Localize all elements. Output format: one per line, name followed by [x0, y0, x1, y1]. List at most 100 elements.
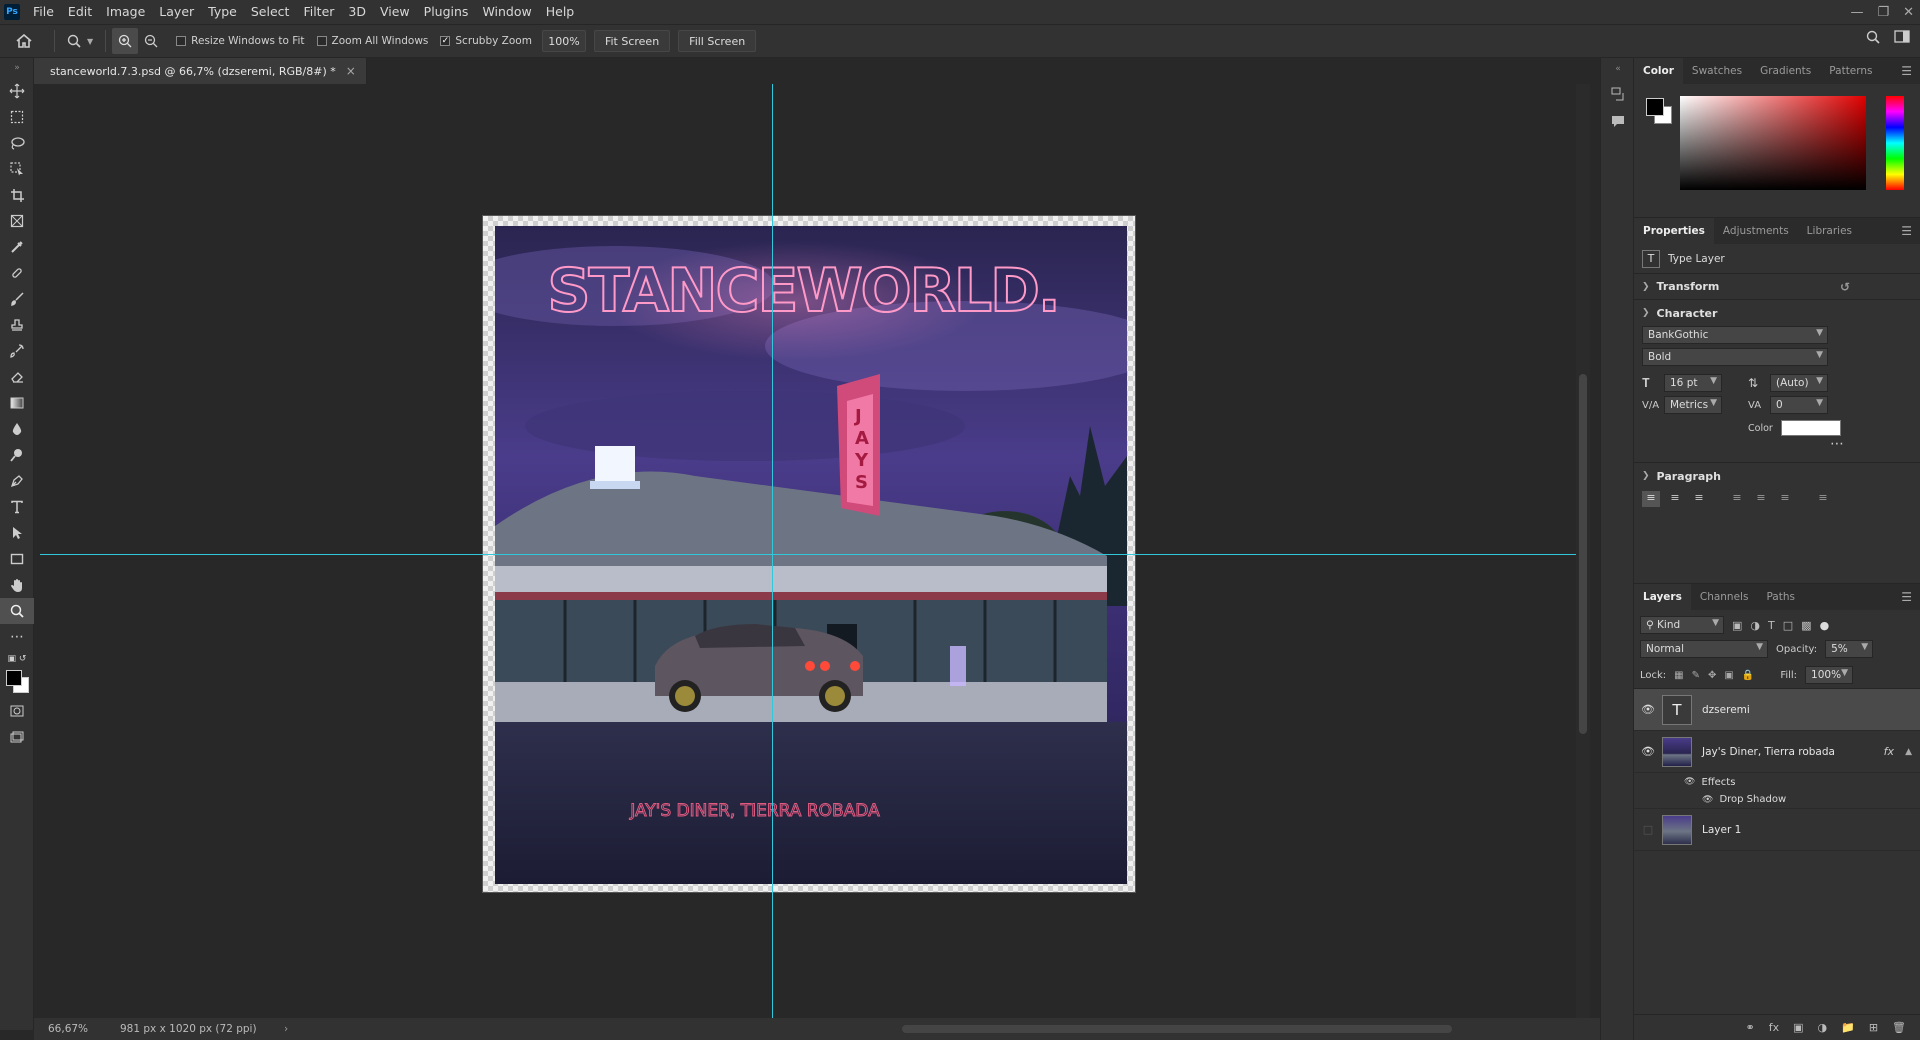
delete-layer-icon[interactable]: 🗑 [1892, 1021, 1906, 1034]
visibility-eye-icon[interactable]: 👁 [1702, 795, 1713, 805]
type-tool-icon[interactable] [0, 494, 34, 520]
clone-stamp-tool-icon[interactable] [0, 312, 34, 338]
layer-name[interactable]: Layer 1 [1702, 824, 1741, 836]
collapse-chevrons-icon[interactable]: « [1601, 58, 1635, 80]
paragraph-section[interactable]: ❯ Paragraph [1634, 463, 1920, 489]
foreground-color-swatch[interactable] [6, 670, 22, 686]
menu-file[interactable]: File [26, 0, 61, 24]
layer-name[interactable]: dzseremi [1702, 704, 1750, 716]
resize-windows-checkbox[interactable]: Resize Windows to Fit [176, 35, 305, 47]
link-layers-icon[interactable]: ⚭ [1745, 1021, 1754, 1034]
justify-right-icon[interactable]: ≡ [1776, 491, 1794, 507]
path-selection-tool-icon[interactable] [0, 520, 34, 546]
reset-icon[interactable]: ↺ [1840, 280, 1850, 294]
fill-field[interactable]: 100% ▼ [1805, 666, 1854, 684]
close-tab-icon[interactable]: × [346, 64, 356, 78]
collapse-chevrons-icon[interactable]: » [0, 58, 34, 78]
menu-edit[interactable]: Edit [61, 0, 99, 24]
zoom-in-icon[interactable] [112, 28, 139, 54]
hand-tool-icon[interactable] [0, 572, 34, 598]
menu-type[interactable]: Type [201, 0, 244, 24]
drop-shadow-row[interactable]: 👁 Drop Shadow [1634, 791, 1920, 809]
tab-properties[interactable]: Properties [1634, 218, 1714, 244]
menu-view[interactable]: View [373, 0, 417, 24]
menu-window[interactable]: Window [475, 0, 538, 24]
object-selection-tool-icon[interactable] [0, 156, 34, 182]
zoom-tool-icon[interactable] [0, 598, 34, 624]
saturation-field[interactable] [1680, 96, 1866, 190]
adjustment-layer-icon[interactable]: ◑ [1818, 1021, 1828, 1034]
leading-field[interactable]: (Auto) ▼ [1770, 374, 1828, 392]
healing-brush-tool-icon[interactable] [0, 260, 34, 286]
layer-name[interactable]: Jay's Diner, Tierra robada [1702, 746, 1835, 758]
restore-icon[interactable]: ❐ [1877, 5, 1889, 20]
justify-left-icon[interactable]: ≡ [1728, 491, 1746, 507]
history-icon[interactable] [1601, 80, 1635, 108]
tab-channels[interactable]: Channels [1691, 584, 1758, 610]
font-style-select[interactable]: Bold ▼ [1642, 348, 1828, 366]
zoom-level[interactable]: 66,67% [34, 1023, 94, 1035]
comments-icon[interactable] [1601, 108, 1635, 136]
horizontal-guide[interactable] [40, 554, 1576, 555]
screen-mode-icon[interactable] [0, 724, 34, 750]
canvas-area[interactable]: J A Y S STANCEWORLD. JAY'S DINER, TIERRA… [34, 84, 1576, 1018]
lock-transparent-icon[interactable]: ▦ [1674, 670, 1683, 681]
layer-row-jays-diner[interactable]: 👁 Jay's Diner, Tierra robada fx ▲ [1634, 731, 1920, 773]
move-tool-icon[interactable] [0, 78, 34, 104]
visibility-eye-icon[interactable]: 👁 [1634, 745, 1662, 758]
zoom-all-checkbox[interactable]: Zoom All Windows [316, 35, 428, 47]
panel-menu-icon[interactable]: ☰ [1901, 590, 1912, 604]
visibility-eye-icon[interactable]: 👁 [1634, 703, 1662, 716]
zoom-tool-preset-icon[interactable] [61, 28, 87, 54]
menu-filter[interactable]: Filter [296, 0, 341, 24]
zoom-value-field[interactable]: 100% [541, 30, 586, 52]
document-tab[interactable]: stanceworld.7.3.psd @ 66,7% (dzseremi, R… [34, 58, 367, 84]
quick-mask-icon[interactable] [0, 698, 34, 724]
visibility-off-icon[interactable]: □ [1634, 823, 1662, 836]
justify-all-icon[interactable]: ≡ [1814, 491, 1832, 507]
tracking-field[interactable]: 0 ▼ [1770, 396, 1828, 414]
panel-menu-icon[interactable]: ☰ [1901, 224, 1912, 238]
fit-screen-button[interactable]: Fit Screen [593, 30, 671, 52]
scrubby-zoom-checkbox[interactable]: ✓ Scrubby Zoom [440, 35, 532, 47]
scrollbar-thumb[interactable] [1579, 374, 1587, 734]
align-center-icon[interactable]: ≡ [1666, 491, 1684, 507]
home-icon[interactable] [0, 28, 48, 54]
kerning-field[interactable]: Metrics ▼ [1664, 396, 1722, 414]
frame-tool-icon[interactable] [0, 208, 34, 234]
tab-paths[interactable]: Paths [1757, 584, 1804, 610]
filter-smart-object-icon[interactable]: ▩ [1801, 619, 1811, 632]
tab-color[interactable]: Color [1634, 58, 1683, 84]
color-swatches[interactable] [0, 668, 33, 698]
tab-adjustments[interactable]: Adjustments [1714, 218, 1798, 244]
menu-layer[interactable]: Layer [152, 0, 201, 24]
menu-3d[interactable]: 3D [341, 0, 373, 24]
opacity-field[interactable]: 5% ▼ [1825, 640, 1874, 658]
add-style-icon[interactable]: fx [1769, 1021, 1779, 1034]
filter-toggle-icon[interactable]: ● [1820, 619, 1830, 632]
lock-artboard-icon[interactable]: ▣ [1724, 670, 1733, 681]
blur-tool-icon[interactable] [0, 416, 34, 442]
font-size-field[interactable]: 16 pt ▼ [1664, 374, 1722, 392]
align-right-icon[interactable]: ≡ [1690, 491, 1708, 507]
foreground-color-swatch[interactable] [1646, 98, 1664, 116]
horizontal-scrollbar[interactable] [288, 1018, 1600, 1040]
tab-swatches[interactable]: Swatches [1683, 58, 1751, 84]
chevron-up-icon[interactable]: ▲ [1905, 747, 1912, 757]
hue-slider[interactable] [1886, 96, 1904, 190]
chevron-down-icon[interactable]: ▼ [87, 37, 93, 46]
search-icon[interactable] [1866, 30, 1880, 48]
tab-patterns[interactable]: Patterns [1820, 58, 1881, 84]
panel-menu-icon[interactable]: ☰ [1901, 64, 1912, 78]
new-group-icon[interactable]: 📁 [1841, 1021, 1855, 1034]
justify-center-icon[interactable]: ≡ [1752, 491, 1770, 507]
lasso-tool-icon[interactable] [0, 130, 34, 156]
effects-row[interactable]: 👁 Effects [1634, 773, 1920, 791]
gradient-tool-icon[interactable] [0, 390, 34, 416]
new-layer-icon[interactable]: ⊞ [1869, 1021, 1878, 1034]
layer-row-dzseremi[interactable]: 👁 T dzseremi [1634, 689, 1920, 731]
tab-libraries[interactable]: Libraries [1798, 218, 1861, 244]
filter-pixel-icon[interactable]: ▣ [1732, 619, 1742, 632]
eraser-tool-icon[interactable] [0, 364, 34, 390]
layer-row-layer-1[interactable]: □ Layer 1 [1634, 809, 1920, 851]
